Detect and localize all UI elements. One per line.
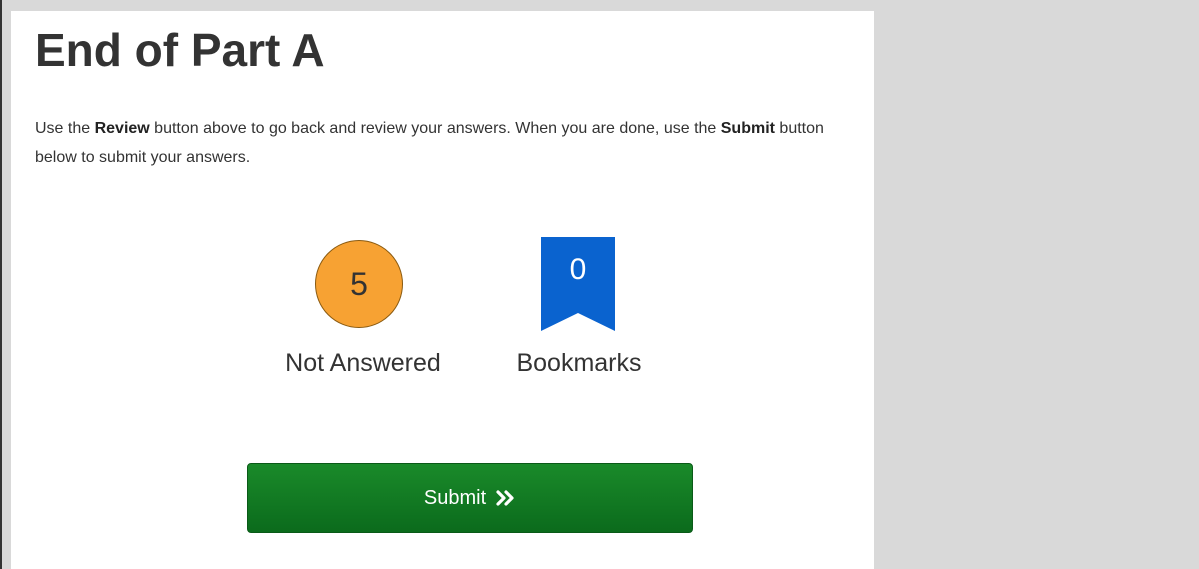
submit-button[interactable]: Submit: [247, 463, 693, 533]
instructions-review-word: Review: [94, 120, 150, 137]
instructions-part-1: Use the: [35, 120, 95, 137]
double-chevron-right-icon: [496, 490, 516, 506]
bookmarks-label: Bookmarks: [516, 349, 642, 377]
submit-label: Submit: [423, 486, 487, 509]
instructions-text: Use the Review button above to go back a…: [35, 114, 865, 172]
instructions-part-2: button above to go back and review your …: [149, 120, 721, 137]
not-answered-badge[interactable]: 5: [315, 240, 403, 328]
not-answered-count: 5: [350, 265, 368, 302]
end-of-part-panel: End of Part A Use the Review button abov…: [11, 11, 874, 569]
window-left-border: [0, 0, 2, 569]
not-answered-label: Not Answered: [285, 349, 441, 377]
bookmarks-count: 0: [569, 253, 587, 286]
page-title: End of Part A: [35, 24, 325, 76]
bookmarks-badge[interactable]: 0: [541, 237, 615, 331]
instructions-submit-word: Submit: [720, 120, 775, 137]
